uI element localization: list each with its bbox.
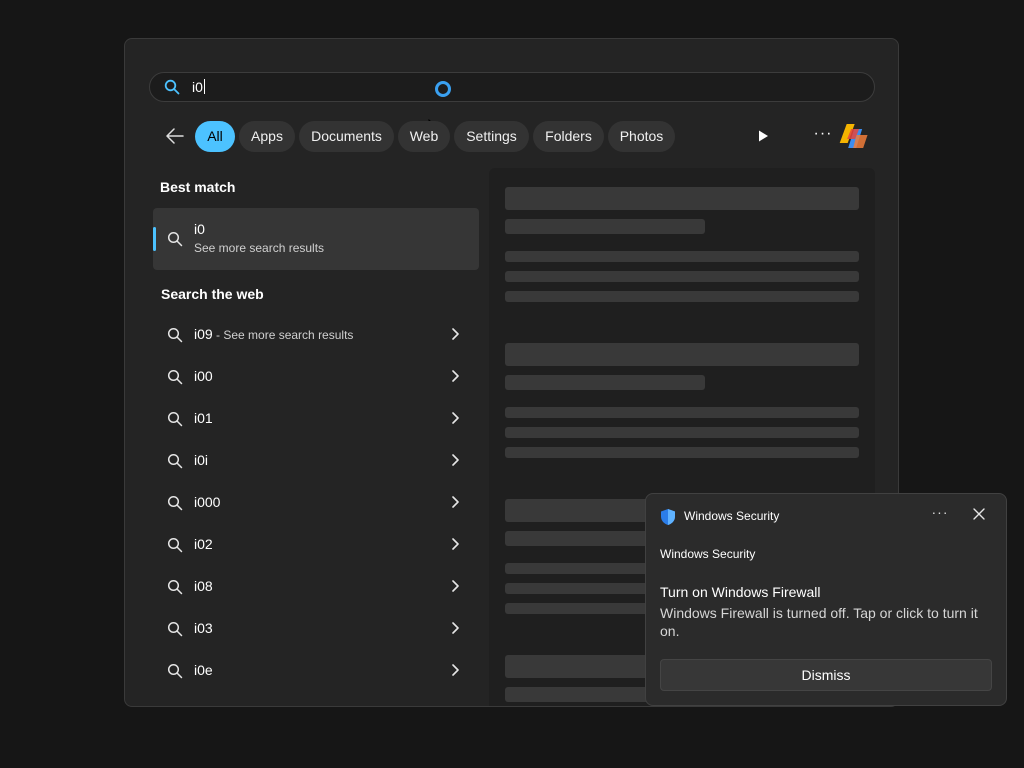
web-result-i03[interactable]: i03 xyxy=(153,607,479,649)
skeleton-title xyxy=(505,343,859,366)
search-icon xyxy=(167,369,183,385)
search-icon xyxy=(167,663,183,679)
search-icon xyxy=(167,411,183,427)
skeleton-line xyxy=(505,407,859,418)
best-match-heading: Best match xyxy=(160,179,236,195)
chevron-right-icon xyxy=(452,496,459,508)
search-the-web-heading: Search the web xyxy=(161,286,264,302)
windows-security-notification[interactable]: Windows Security ··· Windows Security Tu… xyxy=(645,493,1007,706)
search-icon xyxy=(167,621,183,637)
filter-all[interactable]: All xyxy=(195,121,235,152)
chevron-right-icon xyxy=(452,538,459,550)
chevron-right-icon xyxy=(452,412,459,424)
filter-settings[interactable]: Settings xyxy=(454,121,529,152)
close-icon[interactable] xyxy=(972,507,986,521)
notification-body: Windows Firewall is turned off. Tap or c… xyxy=(660,605,978,639)
web-result-i0i[interactable]: i0i xyxy=(153,439,479,481)
copilot-icon[interactable] xyxy=(838,121,872,151)
filter-apps[interactable]: Apps xyxy=(239,121,295,152)
back-button[interactable] xyxy=(160,121,190,151)
filter-documents[interactable]: Documents xyxy=(299,121,394,152)
web-result-label: i00 xyxy=(194,368,213,384)
web-result-i000[interactable]: i000 xyxy=(153,481,479,523)
search-icon xyxy=(167,327,183,343)
web-result-label: i0i xyxy=(194,452,209,468)
filter-photos[interactable]: Photos xyxy=(608,121,675,152)
search-icon xyxy=(167,495,183,511)
chevron-right-icon xyxy=(452,454,459,466)
search-icon xyxy=(167,537,183,553)
search-icon xyxy=(167,579,183,595)
chevron-right-icon xyxy=(452,370,459,382)
search-icon xyxy=(164,79,180,95)
chevron-right-icon xyxy=(452,328,459,340)
selection-indicator xyxy=(153,227,156,251)
skeleton-line xyxy=(505,271,859,282)
notification-more-button[interactable]: ··· xyxy=(928,504,952,524)
web-result-label: i000 xyxy=(194,494,221,510)
web-result-i09[interactable]: i09 - See more search results xyxy=(153,313,479,355)
best-match-item[interactable]: i0 See more search results xyxy=(153,208,479,270)
skeleton-title xyxy=(505,187,859,210)
notification-attribution: Windows Security xyxy=(660,547,756,561)
web-result-i02[interactable]: i02 xyxy=(153,523,479,565)
search-input[interactable]: i0 xyxy=(192,79,205,95)
skeleton-subtitle xyxy=(505,219,705,234)
web-result-label: i03 xyxy=(194,620,213,636)
skeleton-line xyxy=(505,447,859,458)
search-icon xyxy=(167,453,183,469)
filter-folders[interactable]: Folders xyxy=(533,121,604,152)
loading-spinner-icon xyxy=(435,81,451,97)
search-box[interactable]: i0 xyxy=(149,72,875,140)
dismiss-button[interactable]: Dismiss xyxy=(660,659,992,691)
chevron-right-icon xyxy=(452,580,459,592)
shield-icon xyxy=(661,509,675,525)
web-result-label: i08 xyxy=(194,578,213,594)
web-result-label: i01 xyxy=(194,410,213,426)
notification-app-name: Windows Security xyxy=(684,509,780,523)
search-icon xyxy=(167,231,183,247)
best-match-subtitle: See more search results xyxy=(194,241,325,255)
web-result-label: i09 - See more search results xyxy=(194,326,354,342)
back-arrow-icon xyxy=(166,128,184,144)
more-options-button[interactable]: ··· xyxy=(808,121,838,151)
skeleton-line xyxy=(505,427,859,438)
web-result-i0e[interactable]: i0e xyxy=(153,649,479,691)
skeleton-subtitle xyxy=(505,375,705,390)
notification-heading: Turn on Windows Firewall xyxy=(660,584,821,600)
web-result-i01[interactable]: i01 xyxy=(153,397,479,439)
skeleton-line xyxy=(505,251,859,262)
skeleton-line xyxy=(505,291,859,302)
web-result-label: i0e xyxy=(194,662,213,678)
filter-web[interactable]: Web xyxy=(398,121,450,152)
web-result-label: i02 xyxy=(194,536,213,552)
chevron-right-icon xyxy=(452,622,459,634)
play-icon[interactable] xyxy=(756,129,770,143)
web-result-i00[interactable]: i00 xyxy=(153,355,479,397)
chevron-right-icon xyxy=(452,664,459,676)
web-result-i08[interactable]: i08 xyxy=(153,565,479,607)
best-match-title: i0 xyxy=(194,221,205,237)
